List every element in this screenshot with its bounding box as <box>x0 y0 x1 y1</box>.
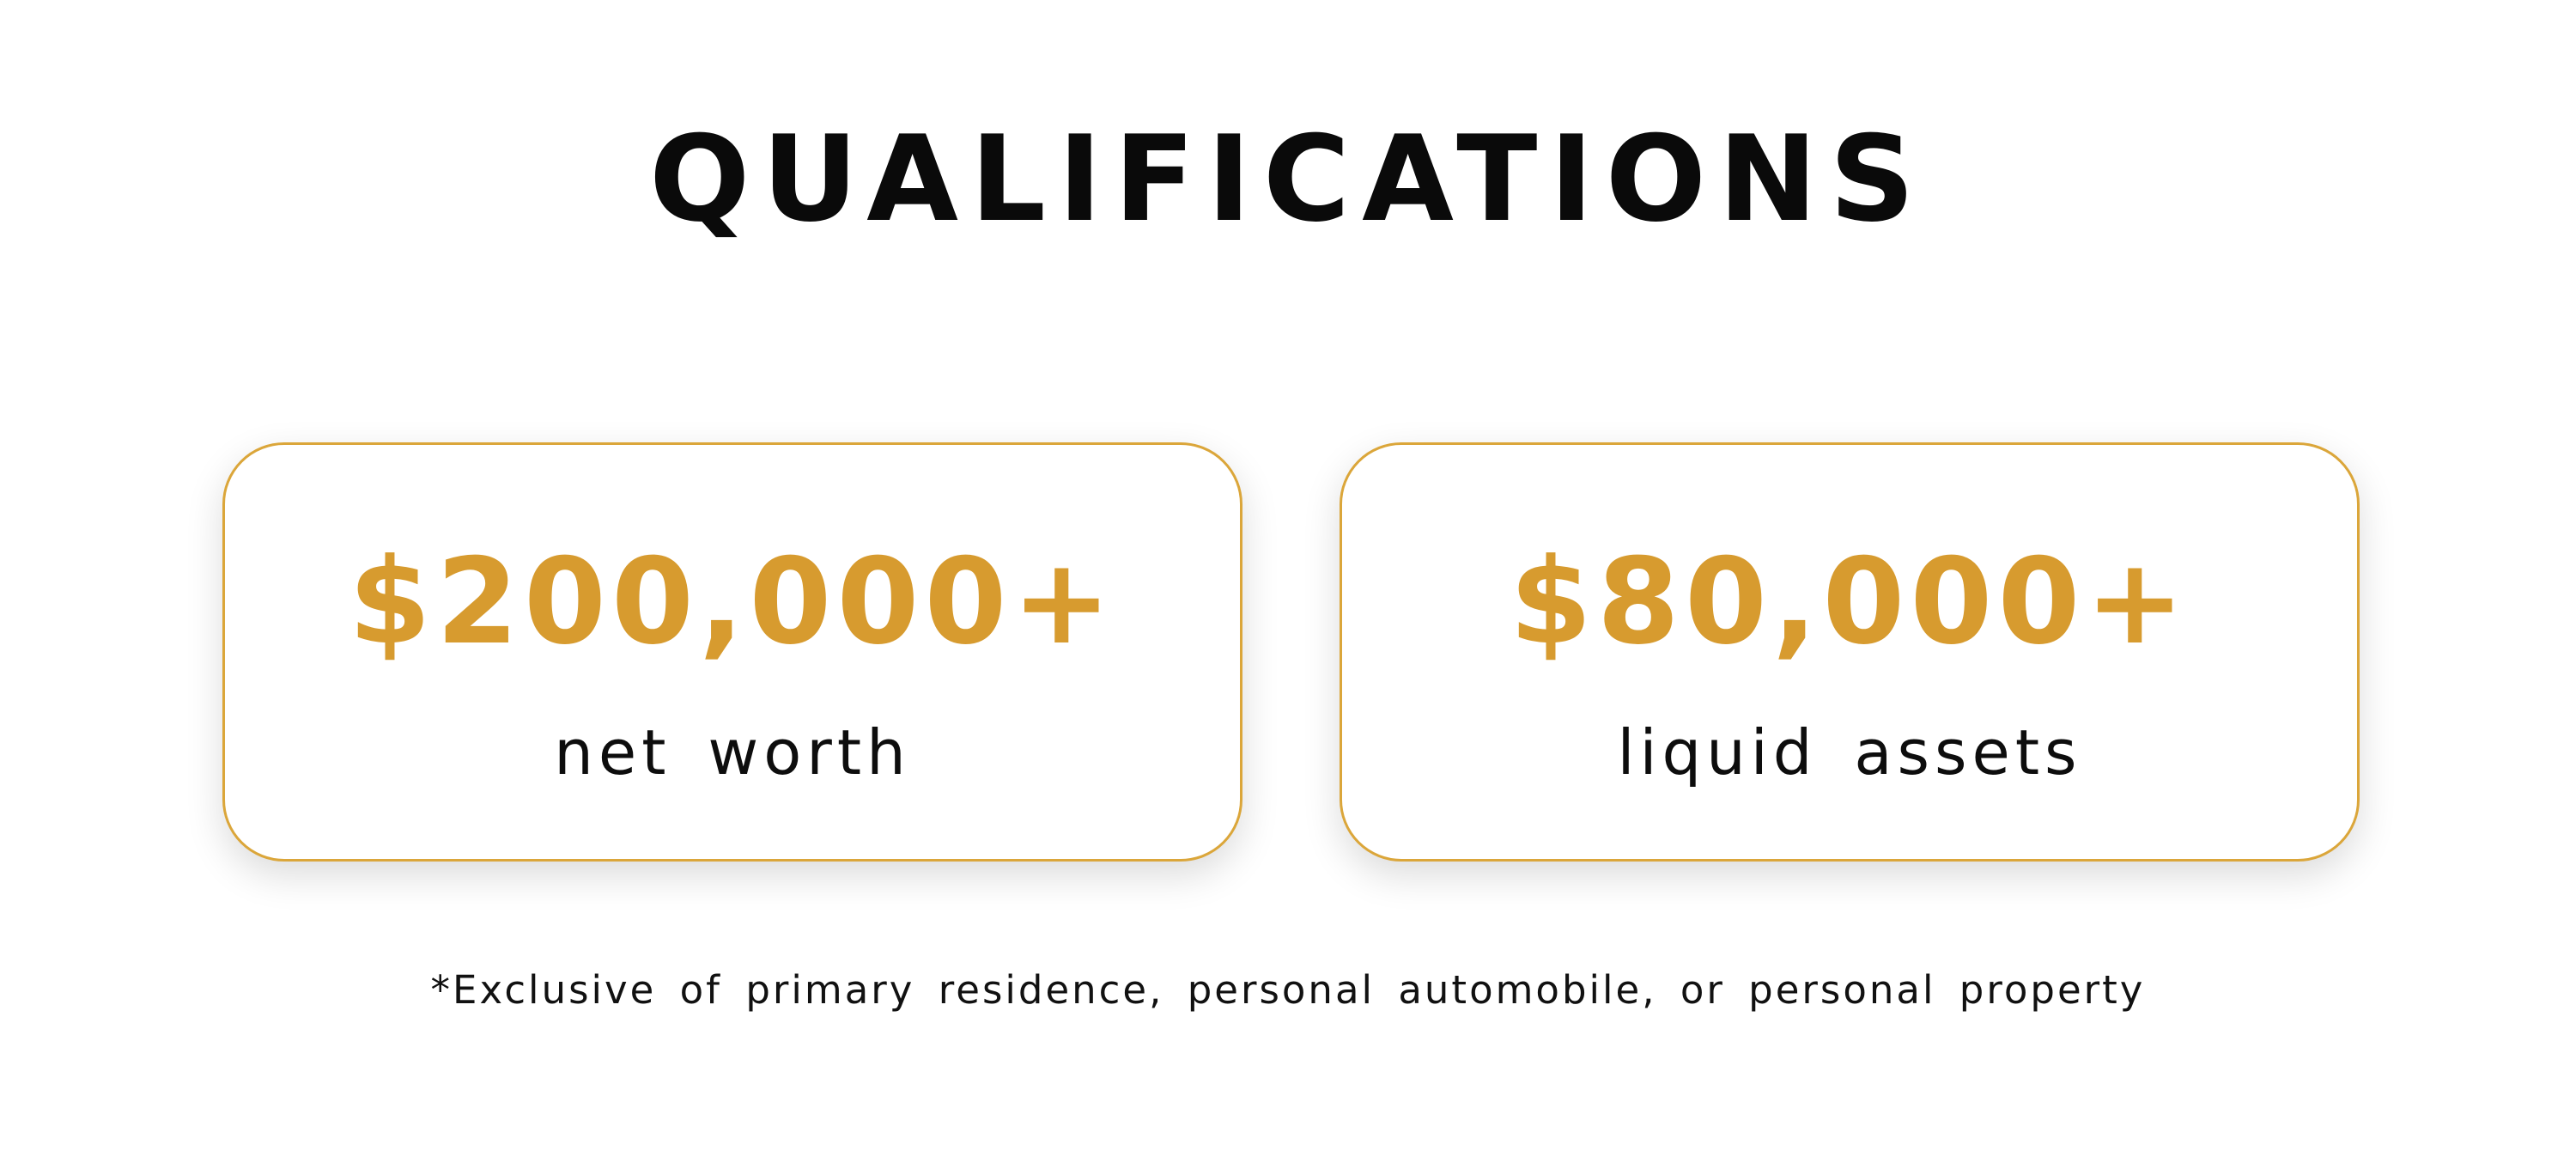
liquid-assets-value: $80,000+ <box>1509 533 2190 671</box>
footnote: *Exclusive of primary residence, persona… <box>430 967 2146 1013</box>
net-worth-card: $200,000+ net worth <box>222 442 1242 862</box>
liquid-assets-label: liquid assets <box>1617 716 2082 789</box>
page-title: QUALIFICATIONS <box>649 110 1927 248</box>
liquid-assets-card: $80,000+ liquid assets <box>1340 442 2360 862</box>
net-worth-label: net worth <box>554 716 911 789</box>
net-worth-value: $200,000+ <box>348 533 1117 671</box>
